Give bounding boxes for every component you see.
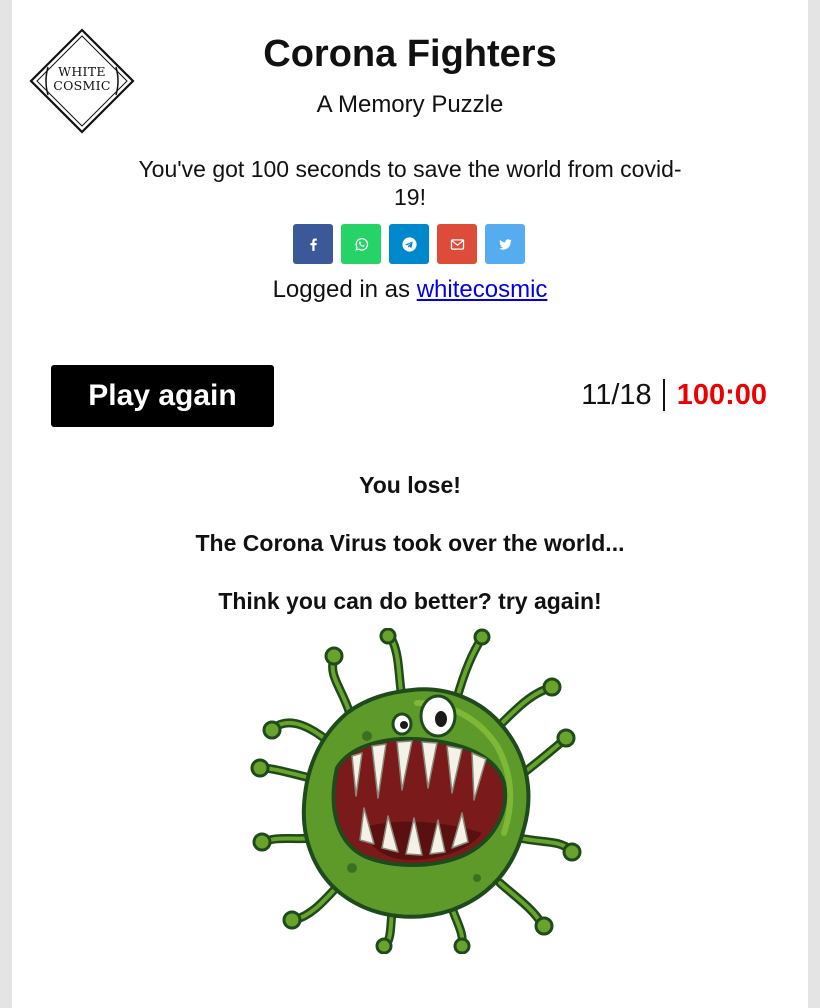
share-buttons [293,224,525,264]
login-prefix: Logged in as [272,276,411,303]
page-subtitle: A Memory Puzzle [316,91,504,118]
result-headline: You lose! [359,472,461,498]
virus-monster-icon [250,628,582,954]
game-stats: 11/18 100:00 [581,378,767,412]
share-twitter-button[interactable] [485,224,525,264]
share-facebook-button[interactable] [293,224,333,264]
facebook-icon [309,238,317,251]
share-telegram-button[interactable] [389,224,429,264]
result-prompt: Think you can do better? try again! [218,588,602,614]
twitter-icon [498,238,512,250]
timer: 100:00 [676,378,767,411]
tagline: You've got 100 seconds to save the world… [138,156,682,210]
share-whatsapp-button[interactable] [341,224,381,264]
score-counter: 11/18 [581,378,652,411]
play-again-button[interactable]: Play again [51,365,274,427]
result-message: The Corona Virus took over the world... [195,530,625,556]
whatsapp-icon [354,237,368,251]
telegram-icon [401,236,417,252]
email-icon [450,238,464,250]
stats-divider [662,379,665,411]
login-status: Logged in as whitecosmic [12,276,808,304]
share-email-button[interactable] [437,224,477,264]
username-link[interactable]: whitecosmic [417,276,548,303]
page-title: Corona Fighters [263,33,557,75]
page: WHITE COSMIC Corona Fighters A Memory Pu… [12,0,808,1008]
